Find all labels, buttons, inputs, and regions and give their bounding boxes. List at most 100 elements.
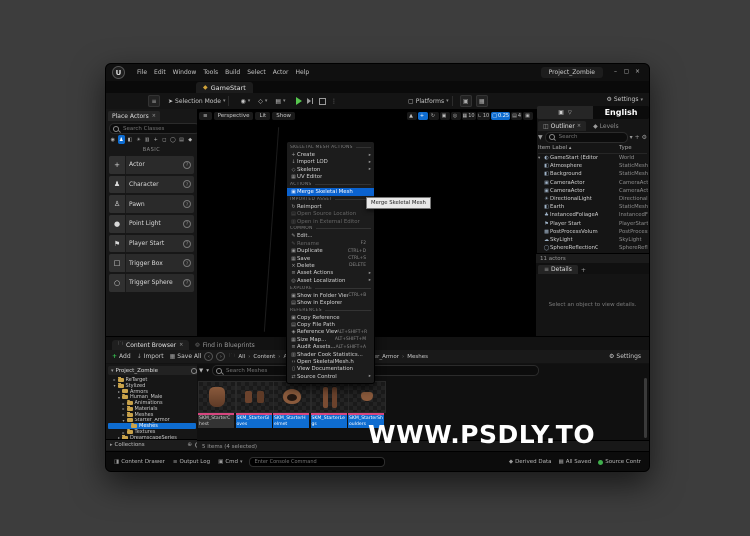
transform-tool-icon[interactable]: ↻ [429, 112, 439, 120]
search-meshes-input[interactable] [224, 367, 535, 375]
add-actor-dropdown[interactable]: ◉▾ [240, 98, 250, 105]
actor-category-icon[interactable]: ▤ [178, 135, 186, 144]
actor-category-icon[interactable]: ◻ [161, 135, 169, 144]
place-actors-search[interactable] [109, 123, 200, 134]
close-icon[interactable]: × [179, 342, 183, 348]
forward-button[interactable]: › [216, 352, 225, 361]
asset-search[interactable] [212, 365, 539, 376]
all-saved-button[interactable]: ▦ All Saved [558, 459, 591, 465]
asset-thumbnail[interactable] [348, 381, 386, 413]
help-icon[interactable]: ? [183, 161, 191, 169]
context-menu-row[interactable]: ◇ Skeleton ▸ [287, 166, 374, 173]
place-actor-item[interactable]: ♙ Pawn ? [109, 195, 194, 213]
breadcrumb-segment[interactable]: Meshes [399, 354, 428, 360]
context-menu-row[interactable]: ▥ Shader Cook Statistics... [287, 351, 374, 358]
menu-item[interactable]: Help [296, 69, 310, 76]
expand-arrow-icon[interactable]: ▸ [123, 406, 127, 411]
back-button[interactable]: ‹ [204, 352, 213, 361]
help-icon[interactable]: ? [183, 259, 191, 267]
context-menu-row[interactable]: ACTIONS [287, 181, 374, 188]
expand-arrow-icon[interactable]: ▾ [123, 418, 127, 423]
asset-tile[interactable]: SKM_StarterGloves [236, 381, 272, 428]
close-icon[interactable]: × [152, 113, 156, 119]
breadcrumb-segment[interactable]: All [238, 354, 245, 360]
transform-tool-icon[interactable]: ◎ [451, 112, 461, 120]
actor-category-icon[interactable]: + [152, 135, 160, 144]
blueprints-dropdown[interactable]: ◇▾ [258, 98, 267, 105]
console-command-field[interactable] [249, 457, 385, 467]
expand-arrow-icon[interactable]: ▸ [123, 430, 127, 435]
asset-thumbnail[interactable] [236, 381, 274, 413]
tab-gamestart[interactable]: ◆ GameStart [196, 82, 253, 93]
actor-type-icon[interactable]: ⚑ [109, 235, 126, 253]
outliner-row[interactable]: ◯ SphereReflectionCapture SphereReflecti… [538, 244, 648, 252]
chevron-down-icon[interactable]: ▾ [630, 134, 633, 141]
help-icon[interactable]: ? [183, 240, 191, 248]
asset-thumbnail[interactable] [198, 381, 236, 413]
context-menu-row[interactable]: ≡ Asset Actions ▸ [287, 270, 374, 277]
cinematics-dropdown[interactable]: ▤▾ [275, 98, 285, 105]
tab-outliner[interactable]: ◫ Outliner × [538, 121, 586, 131]
cmd-dropdown[interactable]: ▣ Cmd ▾ [218, 459, 242, 465]
place-actor-item[interactable]: + Actor ? [109, 156, 194, 174]
scrollbar[interactable] [644, 378, 647, 438]
skip-button[interactable] [307, 98, 314, 104]
derived-data-button[interactable]: ◆ Derived Data [509, 459, 552, 465]
lit-dropdown[interactable]: Lit [255, 112, 270, 120]
outliner-row[interactable]: ☀ DirectionalLight DirectionalLight [538, 195, 648, 203]
actor-category-icon[interactable]: ▥ [143, 135, 151, 144]
asset-tile[interactable]: SKM_StarterLegs [311, 381, 347, 428]
context-menu-row[interactable]: COMMON [287, 225, 374, 232]
context-menu-row[interactable]: + Create ▸ [287, 151, 374, 158]
asset-thumbnail[interactable] [273, 381, 311, 413]
context-menu-row[interactable]: × Delete DELETE [287, 262, 374, 269]
stop-frame-icon[interactable] [319, 98, 326, 105]
place-actor-item[interactable]: ● Point Light ? [109, 215, 194, 233]
outliner-row[interactable]: ▣ CameraActor CameraActor [538, 187, 648, 195]
tab-levels[interactable]: ◆ Levels [588, 121, 624, 131]
expand-arrow-icon[interactable]: ▸ [114, 377, 118, 382]
expand-arrow-icon[interactable]: ▸ [123, 412, 127, 417]
context-menu-row[interactable]: SKELETAL MESH ACTIONS [287, 144, 374, 151]
tab-find-in-blueprints[interactable]: ◎ Find in Blueprints [189, 340, 260, 350]
place-actor-item[interactable]: □ Trigger Box ? [109, 254, 194, 272]
actor-category-icon[interactable]: ◯ [169, 135, 177, 144]
tab-details[interactable]: ≡ Details [538, 265, 578, 274]
outliner-row[interactable]: ◧ Atmosphere StaticMeshActor [538, 162, 648, 170]
viewport-menu-icon[interactable]: ≡ [199, 112, 212, 120]
actor-type-icon[interactable]: ♙ [109, 195, 126, 213]
context-menu-row[interactable]: ▣ Show in Folder View CTRL+B [287, 292, 374, 299]
transform-tool-icon[interactable]: ▣ [523, 112, 533, 120]
help-icon[interactable]: ? [183, 220, 191, 228]
outliner-column-header[interactable]: Item Label ▴ Type [538, 145, 647, 154]
help-icon[interactable]: ? [183, 200, 191, 208]
source-control-button[interactable]: Source Contr [598, 459, 641, 465]
context-menu-row[interactable]: ▣ Duplicate CTRL+D [287, 247, 374, 254]
device-icon[interactable]: ▣ [460, 95, 472, 107]
output-log-button[interactable]: ≡ Output Log [173, 459, 210, 465]
actor-category-icon[interactable]: ◉ [109, 135, 117, 144]
context-menu-row[interactable]: ▤ Open Source Location [287, 211, 374, 218]
folder-tree-row[interactable]: ▸ Meshes [108, 412, 196, 418]
transform-tool-icon[interactable]: ▦ 10 [462, 112, 476, 120]
asset-thumbnail[interactable] [311, 381, 349, 413]
filter-icon[interactable]: ▼ [538, 134, 543, 141]
asset-tile[interactable]: SKM_StarterHelmet [273, 381, 309, 428]
place-actor-item[interactable]: ♟ Character ? [109, 176, 194, 194]
selection-mode-dropdown[interactable]: ➤ Selection Mode ▾ [168, 98, 225, 105]
context-menu-row[interactable]: ✎ Edit... [287, 233, 374, 240]
context-menu-row[interactable]: ▦ UV Editor [287, 174, 374, 181]
console-input[interactable] [253, 458, 381, 466]
transform-tool-icon[interactable]: ▤ 4 [511, 112, 522, 120]
place-actor-item[interactable]: ⚑ Player Start ? [109, 235, 194, 253]
folder-tree-row[interactable]: ▸ ReTarget [108, 377, 196, 383]
context-menu-row[interactable]: ▣ Copy Reference [287, 314, 374, 321]
outliner-row[interactable]: ☁ SkyLight SkyLight [538, 236, 648, 244]
import-button[interactable]: ↓ Import [137, 353, 164, 360]
outliner-search-input[interactable] [557, 133, 624, 141]
sources-header[interactable]: ▾ Project_Zombie [108, 366, 200, 375]
outliner-row[interactable]: ◧ Earth StaticMeshActor [538, 203, 648, 211]
outliner-row[interactable]: ◧ Background StaticMeshActor [538, 170, 648, 178]
add-tab-icon[interactable]: + [581, 267, 586, 274]
transform-tool-icon[interactable]: + [418, 112, 428, 120]
